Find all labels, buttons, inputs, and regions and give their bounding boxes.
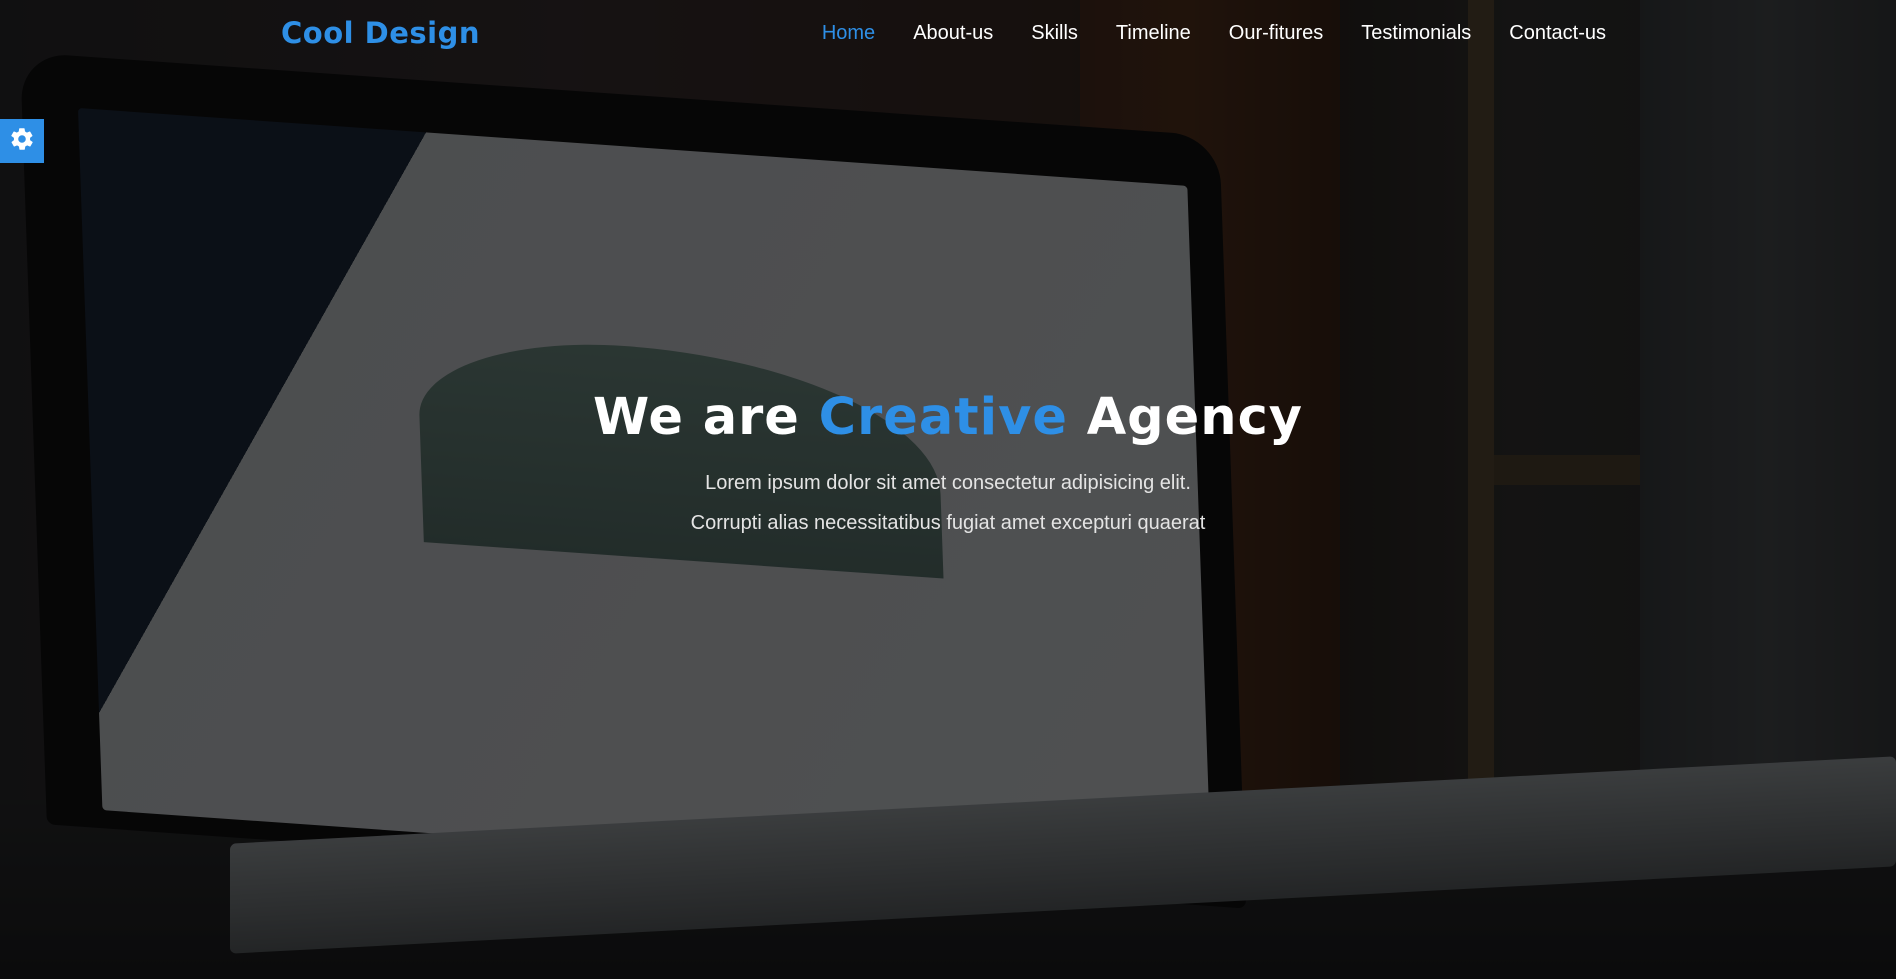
nav-link-skills[interactable]: Skills [1031, 22, 1078, 45]
nav-link-our-fitures[interactable]: Our-fitures [1229, 22, 1323, 45]
nav-link-timeline[interactable]: Timeline [1116, 22, 1191, 45]
gear-icon [9, 126, 35, 157]
site-logo[interactable]: Cool Design [281, 16, 480, 50]
main-nav: Home About-us Skills Timeline Our-fiture… [822, 22, 1606, 45]
nav-link-home[interactable]: Home [822, 22, 875, 45]
settings-toggle-button[interactable] [0, 119, 44, 163]
hero-section: We are Creative Agency Lorem ipsum dolor… [0, 388, 1896, 543]
hero-description: Lorem ipsum dolor sit amet consectetur a… [690, 472, 1206, 534]
nav-link-testimonials[interactable]: Testimonials [1361, 22, 1471, 45]
nav-link-contact-us[interactable]: Contact-us [1509, 22, 1606, 45]
hero-title: We are Creative Agency [0, 388, 1896, 447]
hero-title-end: Agency [1067, 388, 1304, 447]
hero-title-start: We are [592, 388, 819, 447]
nav-link-about-us[interactable]: About-us [913, 22, 993, 45]
hero-title-accent: Creative [818, 388, 1068, 447]
